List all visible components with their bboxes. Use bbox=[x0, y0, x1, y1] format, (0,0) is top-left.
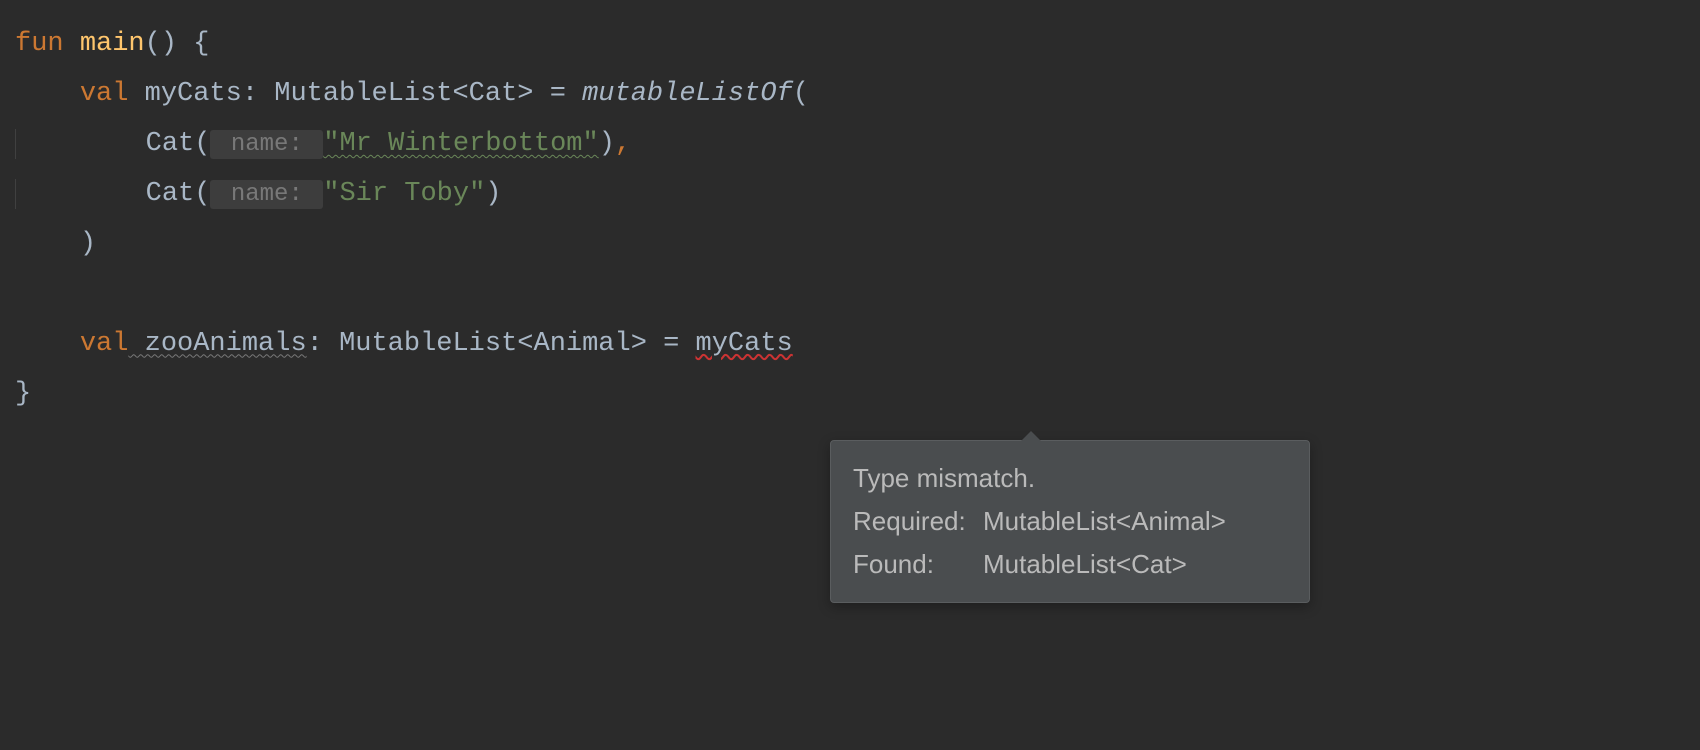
tooltip-found-label: Found: bbox=[853, 543, 983, 586]
function-name-main: main bbox=[80, 29, 145, 59]
error-mycats: myCats bbox=[696, 329, 793, 359]
keyword-val: val bbox=[80, 79, 129, 109]
colon: : bbox=[242, 79, 274, 109]
comma: , bbox=[615, 129, 631, 159]
string-mr-winterbottom: "Mr Winterbottom" bbox=[323, 129, 598, 159]
tooltip-required-label: Required: bbox=[853, 500, 983, 543]
keyword-val: val bbox=[80, 329, 129, 359]
code-editor[interactable]: fun main() { val myCats: MutableList<Cat… bbox=[15, 20, 1685, 420]
type-mutablelist-cat: MutableList<Cat> bbox=[274, 79, 533, 109]
close-paren: ) bbox=[599, 129, 615, 159]
code-line-4[interactable]: Cat( name: "Sir Toby") bbox=[15, 170, 1685, 220]
open-paren: ( bbox=[793, 79, 809, 109]
type-mutablelist-animal: MutableList<Animal> bbox=[339, 329, 647, 359]
parens: () bbox=[145, 29, 177, 59]
code-line-3[interactable]: Cat( name: "Mr Winterbottom"), bbox=[15, 120, 1685, 170]
code-line-6[interactable] bbox=[15, 270, 1685, 320]
tooltip-title: Type mismatch. bbox=[853, 457, 1287, 500]
cat-constructor: Cat( bbox=[146, 179, 211, 209]
indent bbox=[15, 79, 80, 109]
string-sir-toby: "Sir Toby" bbox=[323, 179, 485, 209]
indent bbox=[15, 329, 80, 359]
colon: : bbox=[307, 329, 339, 359]
indent bbox=[15, 129, 146, 159]
param-hint-name: name: bbox=[210, 130, 323, 159]
error-tooltip: Type mismatch. Required:MutableList<Anim… bbox=[830, 440, 1310, 603]
close-brace: } bbox=[15, 379, 31, 409]
function-mutablelistof: mutableListOf bbox=[582, 79, 793, 109]
code-line-1[interactable]: fun main() { bbox=[15, 20, 1685, 70]
close-paren: ) bbox=[80, 229, 96, 259]
param-hint-name: name: bbox=[210, 180, 323, 209]
variable-mycats: myCats bbox=[128, 79, 241, 109]
tooltip-required-value: MutableList<Animal> bbox=[983, 506, 1226, 536]
code-line-5[interactable]: ) bbox=[15, 220, 1685, 270]
tooltip-found-value: MutableList<Cat> bbox=[983, 549, 1187, 579]
open-brace: { bbox=[177, 29, 209, 59]
tooltip-found-row: Found:MutableList<Cat> bbox=[853, 543, 1287, 586]
code-line-8[interactable]: } bbox=[15, 370, 1685, 420]
indent bbox=[15, 229, 80, 259]
equals: = bbox=[534, 79, 583, 109]
equals: = bbox=[647, 329, 696, 359]
variable-zooanimals: zooAnimals bbox=[128, 329, 306, 359]
close-paren: ) bbox=[485, 179, 501, 209]
code-line-7[interactable]: val zooAnimals: MutableList<Animal> = my… bbox=[15, 320, 1685, 370]
cat-constructor: Cat( bbox=[146, 129, 211, 159]
keyword-fun: fun bbox=[15, 29, 64, 59]
tooltip-required-row: Required:MutableList<Animal> bbox=[853, 500, 1287, 543]
code-line-2[interactable]: val myCats: MutableList<Cat> = mutableLi… bbox=[15, 70, 1685, 120]
indent bbox=[15, 179, 146, 209]
